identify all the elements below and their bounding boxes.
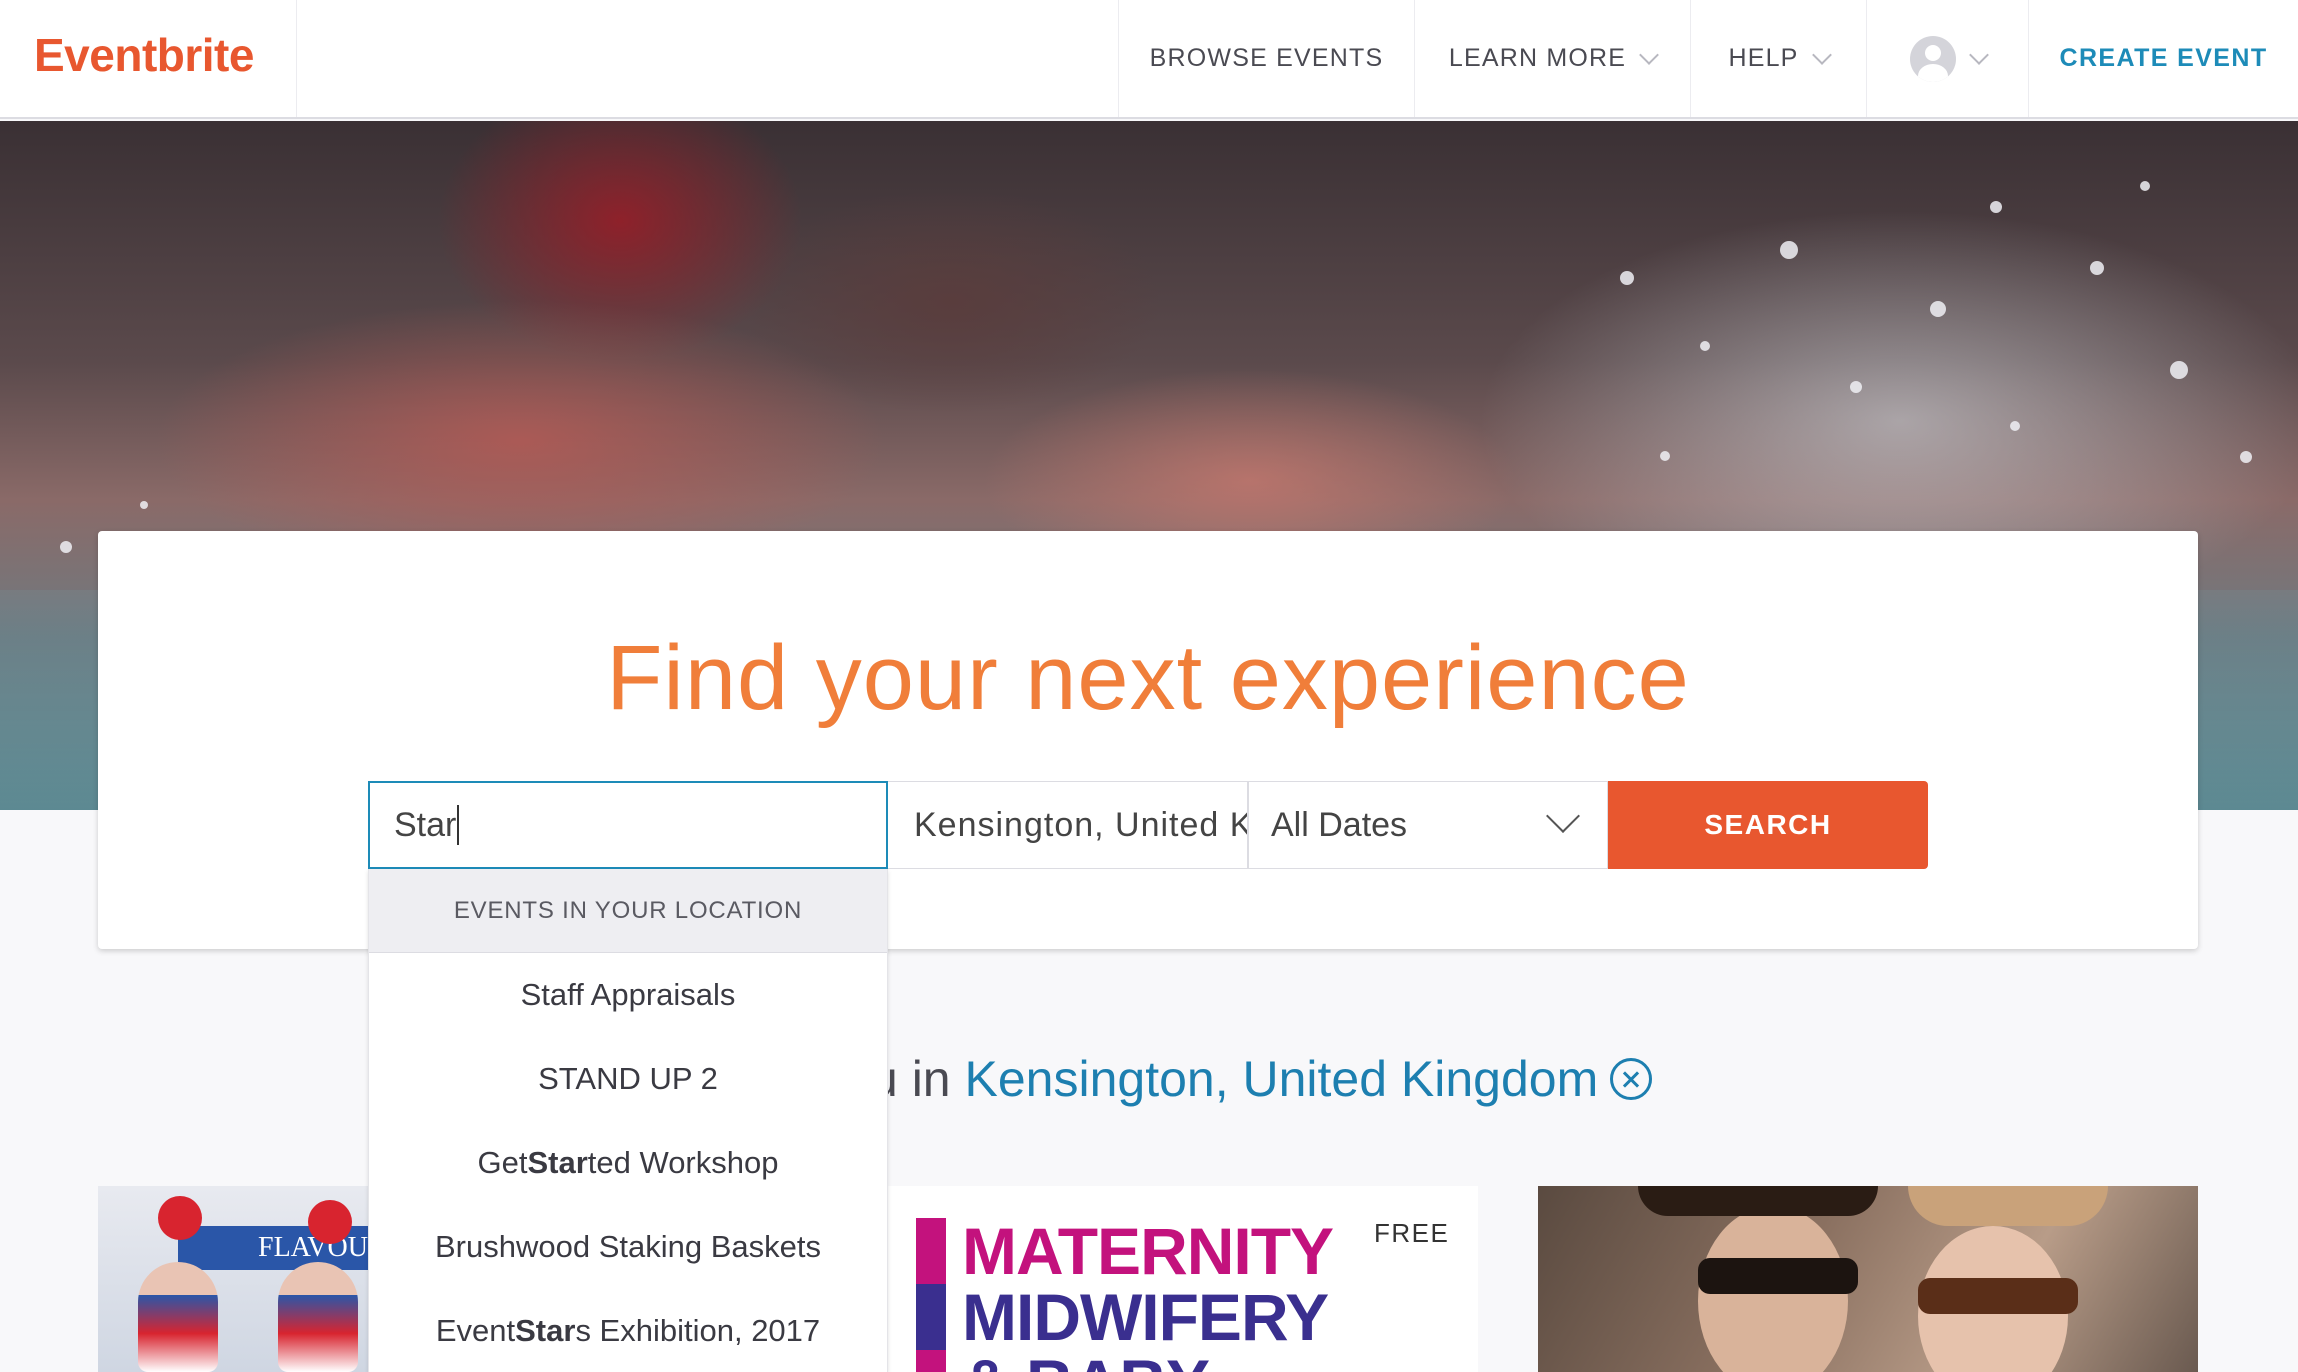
nav-browse-events-label: BROWSE EVENTS <box>1149 44 1384 72</box>
results-location-link[interactable]: Kensington, United Kingdom <box>965 1051 1599 1107</box>
event-card[interactable] <box>1538 1186 2198 1372</box>
suggestion-item[interactable]: Get Star ted Workshop <box>369 1121 887 1205</box>
event-card[interactable]: MATERNITY MIDWIFERY & BABY FREE <box>888 1186 1478 1372</box>
suggestion-text: Staff Appraisals <box>520 977 736 1012</box>
suggestion-item[interactable]: Brushwood Staking Baskets <box>369 1205 887 1289</box>
event-card-title-line3: & BABY <box>962 1350 1210 1372</box>
suggestion-text: Event <box>435 1313 516 1348</box>
eventbrite-logo[interactable]: Eventbrite <box>34 28 254 82</box>
suggestion-match: Star <box>515 1313 576 1348</box>
suggestion-item[interactable]: Event Star s Exhibition, 2017 <box>369 1289 887 1372</box>
results-heading: u in Kensington, United Kingdom <box>870 1050 1653 1108</box>
nav-learn-more[interactable]: LEARN MORE <box>1414 0 1690 117</box>
suggestion-text: s Exhibition, 2017 <box>575 1313 821 1348</box>
search-button[interactable]: SEARCH <box>1608 781 1928 869</box>
chevron-down-icon <box>1968 44 1989 65</box>
nav-help-label: HELP <box>1728 44 1799 72</box>
search-input-value: Star <box>394 805 457 844</box>
event-card[interactable]: FLAVOUR <box>98 1186 368 1372</box>
suggestion-text: ted Workshop <box>587 1145 779 1180</box>
date-select[interactable]: All Dates <box>1248 781 1608 869</box>
suggestion-text: STAND UP 2 <box>538 1061 718 1096</box>
clear-location-icon[interactable] <box>1610 1057 1653 1100</box>
suggestion-text: Brushwood Staking Baskets <box>435 1229 821 1264</box>
suggestion-text: Get <box>477 1145 528 1180</box>
nav-browse-events[interactable]: BROWSE EVENTS <box>1118 0 1414 117</box>
suggestion-item[interactable]: Staff Appraisals <box>369 953 887 1037</box>
event-price-badge: FREE <box>1374 1218 1450 1248</box>
chevron-down-icon <box>1811 44 1832 65</box>
location-input[interactable]: Kensington, United Kingdom <box>888 781 1248 869</box>
suggestion-match: Star <box>527 1145 588 1180</box>
event-card-title-line1: MATERNITY <box>962 1214 1334 1288</box>
sunglasses <box>1698 1258 1858 1294</box>
sunglasses <box>1918 1278 2078 1314</box>
search-suggestions-dropdown: EVENTS IN YOUR LOCATION Staff Appraisals… <box>368 869 888 1372</box>
event-card-title-line2: MIDWIFERY <box>962 1280 1329 1354</box>
nav-learn-more-label: LEARN MORE <box>1448 44 1627 72</box>
search-input[interactable]: Star <box>368 781 888 869</box>
user-menu[interactable] <box>1866 0 2028 117</box>
location-input-value: Kensington, United Kingdom <box>914 805 1247 844</box>
chevron-down-icon <box>1546 799 1580 833</box>
text-caret <box>457 805 460 845</box>
top-nav-bar: Eventbrite BROWSE EVENTS LEARN MORE HELP… <box>0 0 2298 119</box>
avatar-icon <box>1909 35 1956 82</box>
divider <box>296 0 297 117</box>
suggestion-item[interactable]: STAND UP 2 <box>369 1037 887 1121</box>
nav-help[interactable]: HELP <box>1690 0 1866 117</box>
date-select-value: All Dates <box>1271 805 1408 844</box>
create-event-link[interactable]: CREATE EVENT <box>2028 0 2298 117</box>
page-title: Find your next experience <box>606 627 1690 729</box>
suggestions-header: EVENTS IN YOUR LOCATION <box>369 869 887 953</box>
chevron-down-icon <box>1639 44 1660 65</box>
